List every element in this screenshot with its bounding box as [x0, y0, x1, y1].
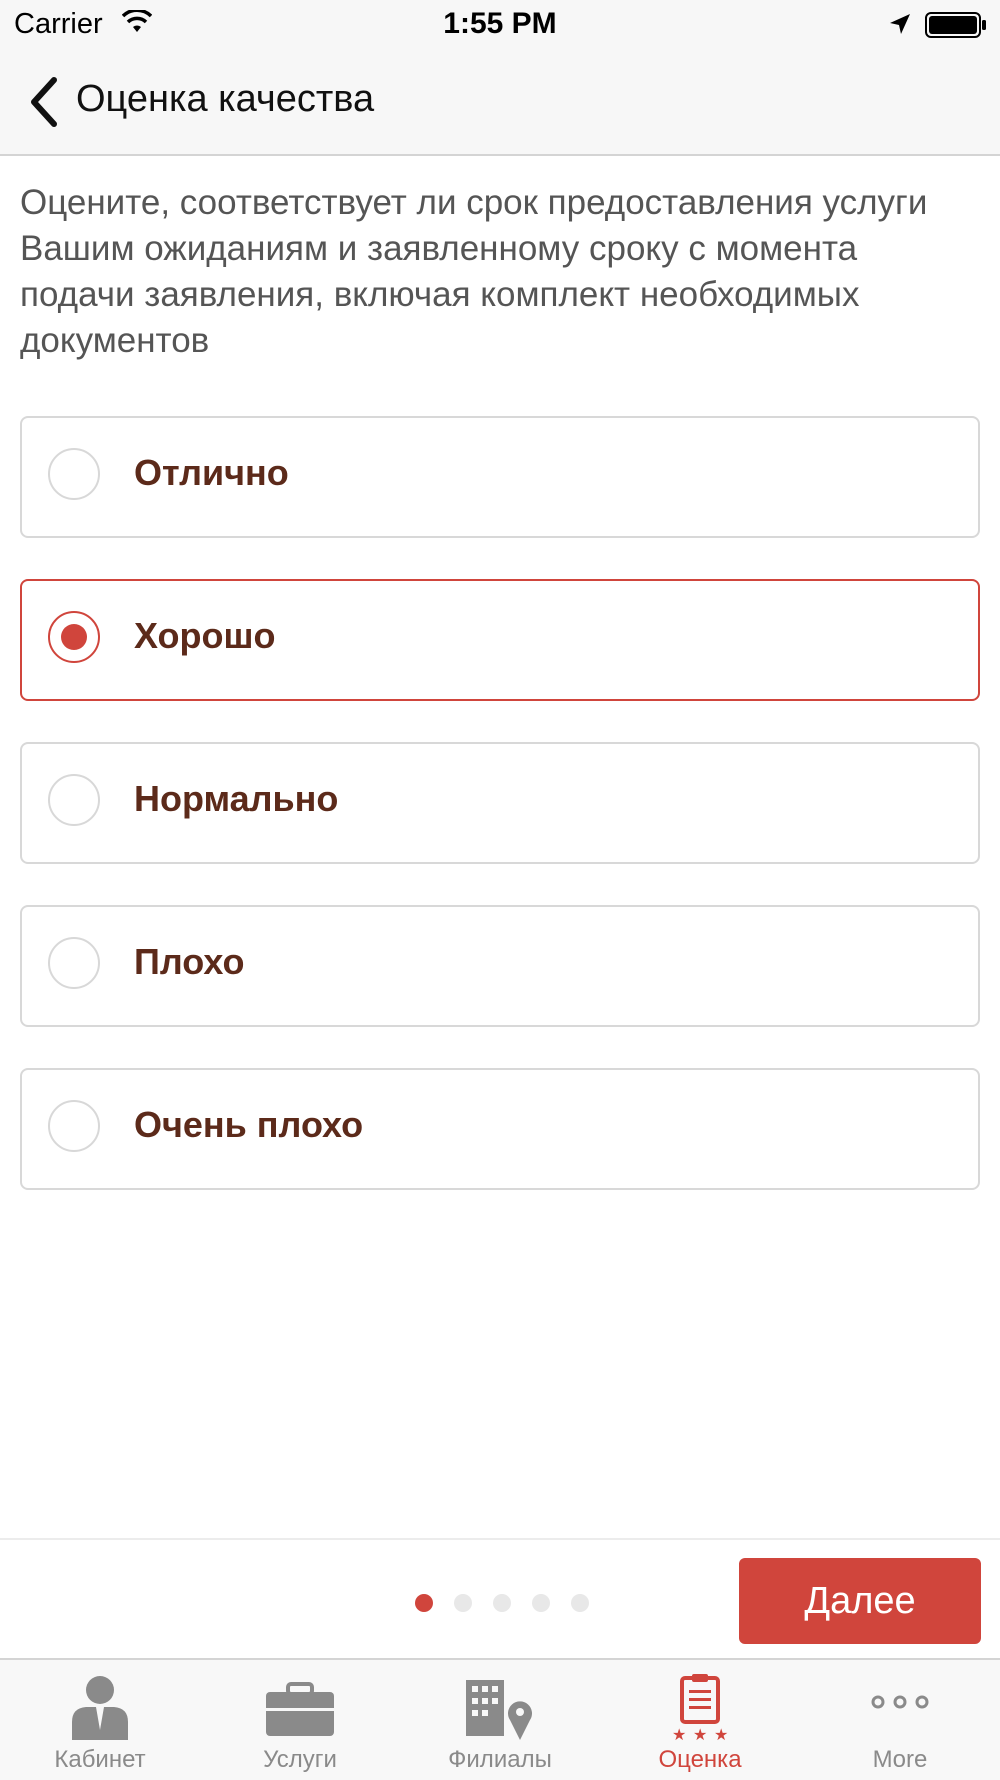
status-bar: Carrier 1:55 PM — [0, 0, 1000, 50]
tab-more[interactable]: More — [800, 1660, 1000, 1780]
battery-icon — [925, 12, 986, 38]
rating-option-normal[interactable]: Нормально — [20, 742, 980, 864]
rating-option-label: Хорошо — [134, 615, 276, 656]
rating-option-label: Плохо — [134, 941, 245, 982]
tab-rating[interactable]: ★ ★ ★ Оценка — [600, 1660, 800, 1780]
more-dots-icon — [871, 1695, 929, 1709]
radio-button[interactable] — [48, 1100, 100, 1152]
svg-text:★: ★ — [672, 1725, 686, 1744]
tab-label: Кабинет — [54, 1746, 146, 1773]
tab-cabinet[interactable]: Кабинет — [0, 1660, 200, 1780]
tab-branches[interactable]: Филиалы — [400, 1660, 600, 1780]
navigation-bar: Оценка качества — [0, 50, 1000, 156]
briefcase-icon — [266, 1682, 334, 1736]
rating-option-label: Нормально — [134, 778, 339, 819]
radio-button[interactable] — [48, 448, 100, 500]
building-location-icon — [466, 1680, 532, 1740]
clipboard-stars-icon: ★ ★ ★ — [672, 1674, 728, 1744]
page-dot — [493, 1594, 511, 1612]
page-dot — [571, 1594, 589, 1612]
tab-bar: Кабинет Услуги Филиалы ★ ★ ★ Оценка More — [0, 1658, 1000, 1780]
rating-option-excellent[interactable]: Отлично — [20, 416, 980, 538]
svg-text:★: ★ — [693, 1725, 707, 1744]
page-dot — [415, 1594, 433, 1612]
rating-option-bad[interactable]: Плохо — [20, 905, 980, 1027]
rating-option-label: Очень плохо — [134, 1104, 364, 1145]
rating-option-good[interactable]: Хорошо — [20, 579, 980, 701]
rating-option-label: Отлично — [134, 452, 289, 493]
location-arrow-icon — [890, 14, 910, 34]
tab-services[interactable]: Услуги — [200, 1660, 400, 1780]
radio-button[interactable] — [48, 611, 100, 663]
rating-option-very-bad[interactable]: Очень плохо — [20, 1068, 980, 1190]
page-title: Оценка качества — [76, 78, 375, 120]
radio-selected-dot — [61, 624, 87, 650]
chevron-left-icon — [31, 77, 57, 127]
next-button[interactable]: Далее — [739, 1558, 981, 1644]
back-button[interactable] — [24, 74, 64, 130]
radio-button[interactable] — [48, 937, 100, 989]
page-dot — [454, 1594, 472, 1612]
tab-label: Услуги — [263, 1746, 337, 1773]
question-text: Оцените, соответствует ли срок предостав… — [20, 183, 928, 360]
status-time: 1:55 PM — [443, 7, 557, 40]
footer-bar: Далее — [0, 1538, 1000, 1660]
radio-button[interactable] — [48, 774, 100, 826]
svg-text:★: ★ — [714, 1725, 728, 1744]
tab-label: Филиалы — [448, 1746, 552, 1773]
person-icon — [72, 1676, 128, 1740]
page-dot — [532, 1594, 550, 1612]
tab-label: More — [872, 1746, 928, 1773]
tab-label: Оценка — [658, 1746, 742, 1773]
